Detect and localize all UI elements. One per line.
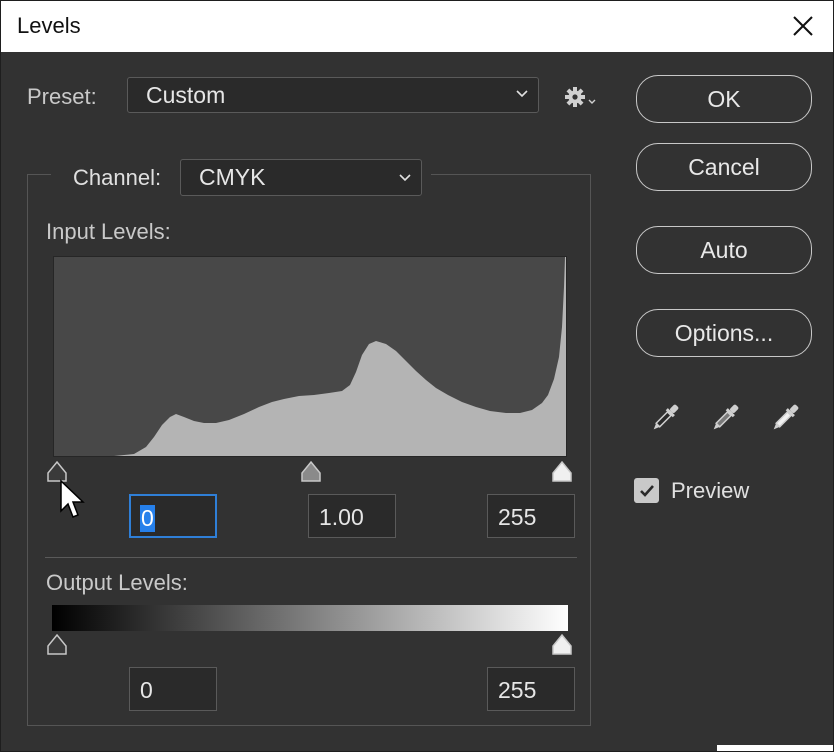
preset-settings-button[interactable]	[563, 85, 599, 111]
input-black-field[interactable]: 0	[129, 494, 217, 538]
input-white-slider[interactable]	[550, 460, 574, 484]
input-white-value: 255	[498, 504, 537, 530]
taskbar-edge	[717, 745, 833, 751]
gear-icon	[565, 87, 596, 107]
divider	[45, 557, 577, 558]
output-black-field[interactable]: 0	[129, 667, 217, 711]
close-icon	[793, 16, 813, 36]
ok-button[interactable]: OK	[636, 75, 812, 123]
channel-dropdown[interactable]: CMYK	[180, 159, 422, 196]
channel-label: Channel:	[73, 165, 162, 190]
output-white-field[interactable]: 255	[487, 667, 575, 711]
preset-dropdown[interactable]: Custom	[127, 77, 539, 113]
levels-dialog: Levels Preset: Custom Channel: CMYK Inpu…	[0, 0, 834, 752]
options-button[interactable]: Options...	[636, 309, 812, 357]
output-gradient	[52, 605, 568, 631]
auto-button[interactable]: Auto	[636, 226, 812, 274]
black-point-eyedropper-icon[interactable]	[647, 399, 683, 437]
preset-label: Preset:	[27, 84, 97, 109]
preview-checkbox[interactable]	[634, 478, 659, 503]
output-white-value: 255	[498, 677, 537, 703]
input-black-value: 0	[140, 505, 155, 532]
input-levels-label: Input Levels:	[46, 219, 171, 244]
output-levels-label: Output Levels:	[46, 570, 188, 595]
chevron-down-icon	[399, 174, 411, 182]
preview-label[interactable]: Preview	[671, 478, 749, 504]
histogram	[53, 256, 567, 457]
output-black-value: 0	[140, 677, 153, 703]
close-button[interactable]	[783, 7, 823, 45]
title-bar: Levels	[1, 1, 833, 52]
window-title: Levels	[17, 13, 81, 38]
input-gamma-value: 1.00	[319, 504, 364, 530]
histogram-graph	[54, 257, 566, 456]
input-white-field[interactable]: 255	[487, 494, 575, 538]
gray-point-eyedropper-icon[interactable]	[707, 399, 743, 437]
input-gamma-slider[interactable]	[299, 460, 323, 484]
output-black-slider[interactable]	[45, 633, 69, 657]
input-gamma-field[interactable]: 1.00	[308, 494, 396, 538]
cancel-button[interactable]: Cancel	[636, 143, 812, 191]
checkmark-icon	[639, 484, 654, 497]
chevron-down-icon	[516, 90, 528, 98]
mouse-cursor-icon	[60, 479, 85, 518]
preset-value: Custom	[146, 82, 226, 108]
channel-value: CMYK	[199, 164, 266, 190]
white-point-eyedropper-icon[interactable]	[767, 399, 803, 437]
output-white-slider[interactable]	[550, 633, 574, 657]
